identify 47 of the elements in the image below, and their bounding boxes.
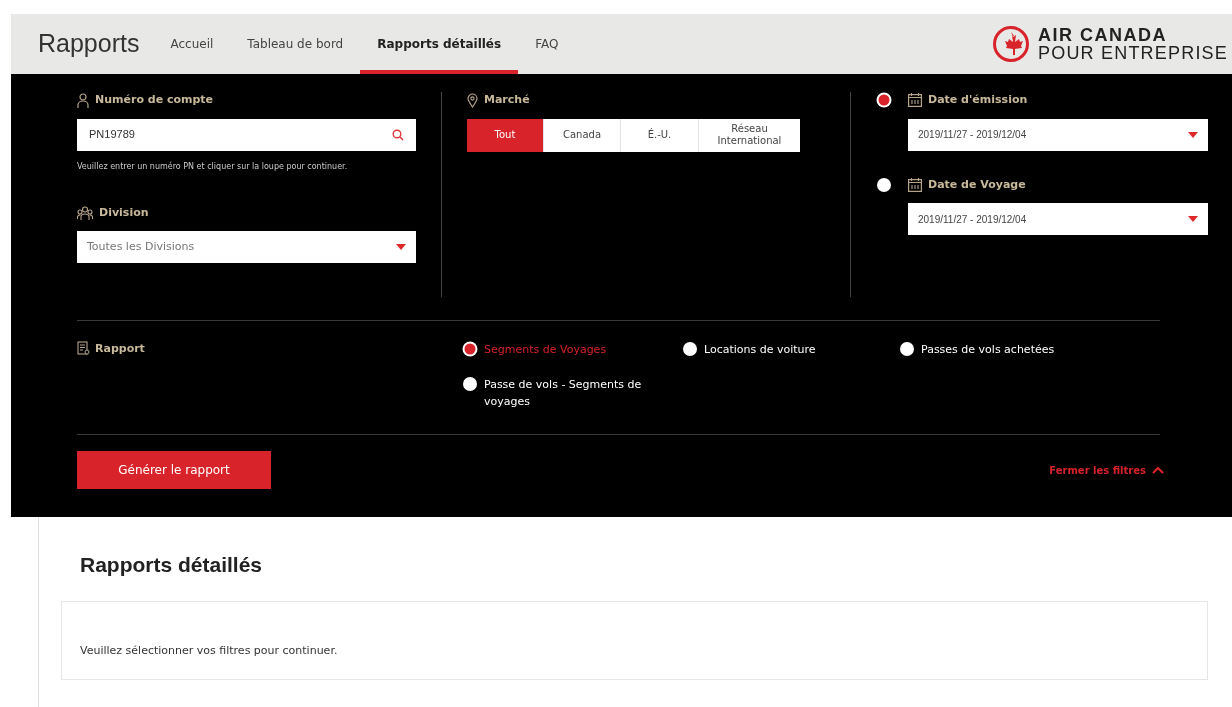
- report-icon: [77, 341, 90, 355]
- field-label: Numéro de compte: [95, 92, 214, 108]
- person-icon: [77, 92, 89, 108]
- brand-tagline: POUR ENTREPRISE: [1037, 44, 1228, 62]
- nav-tab[interactable]: FAQ: [518, 14, 576, 74]
- maple-leaf-logo-icon: [991, 25, 1030, 63]
- calendar-icon: [908, 93, 922, 108]
- section-heading: Rapports détaillés: [80, 552, 264, 578]
- date-range-dropdown[interactable]: 2019/11/27 - 2019/12/04: [908, 118, 1208, 151]
- radio-button[interactable]: [462, 341, 478, 357]
- radio-label: Locations de voiture: [704, 342, 816, 358]
- radio-label: Passes de vols achetées: [921, 342, 1055, 358]
- field-label: Division: [99, 204, 149, 221]
- search-icon[interactable]: [392, 128, 404, 141]
- date-range-dropdown[interactable]: 2019/11/27 - 2019/12/04: [908, 203, 1208, 235]
- caret-icon: [396, 244, 406, 250]
- message-text: Veuillez sélectionner vos filtres pour continuer.: [80, 642, 338, 659]
- page-title: Rapports: [38, 28, 140, 60]
- account-number-field[interactable]: PN19789: [77, 118, 416, 151]
- hint-text: Veuillez entrer un numéro PN et cliquer sur la loupe pour continuer.: [77, 160, 349, 173]
- radio-button[interactable]: [682, 341, 698, 357]
- radio-button[interactable]: [462, 376, 478, 392]
- market-option[interactable]: Tout: [467, 118, 543, 152]
- generate-report-button[interactable]: Générer le rapport: [77, 451, 271, 489]
- division-dropdown[interactable]: Toutes les Divisions: [77, 231, 416, 263]
- caret-icon: [1188, 216, 1198, 222]
- field-label: Date de Voyage: [928, 176, 1026, 193]
- nav-tab[interactable]: Accueil: [153, 14, 231, 74]
- radio-label: Passe de vols - Segments de voyages: [484, 377, 643, 410]
- field-label: Marché: [484, 92, 530, 108]
- market-option[interactable]: Canada: [543, 118, 620, 152]
- radio-button[interactable]: [876, 92, 892, 109]
- caret-icon: [1188, 131, 1198, 138]
- market-option[interactable]: É.-U.: [620, 118, 698, 152]
- close-filters-link[interactable]: Fermer les filtres: [1049, 462, 1164, 478]
- field-label: Rapport: [95, 341, 145, 357]
- radio-button[interactable]: [876, 176, 892, 193]
- location-pin-icon: [467, 92, 478, 108]
- chevron-up-icon: [1152, 466, 1164, 474]
- radio-button[interactable]: [899, 341, 915, 357]
- calendar-icon: [908, 177, 922, 192]
- group-icon: [77, 205, 93, 220]
- brand-name: AIR CANADA: [1037, 26, 1168, 44]
- field-label: Date d'émission: [928, 92, 1028, 108]
- market-option[interactable]: Réseau International: [698, 118, 800, 152]
- nav-tab[interactable]: Tableau de bord: [230, 14, 361, 74]
- radio-label: Segments de Voyages: [484, 342, 607, 358]
